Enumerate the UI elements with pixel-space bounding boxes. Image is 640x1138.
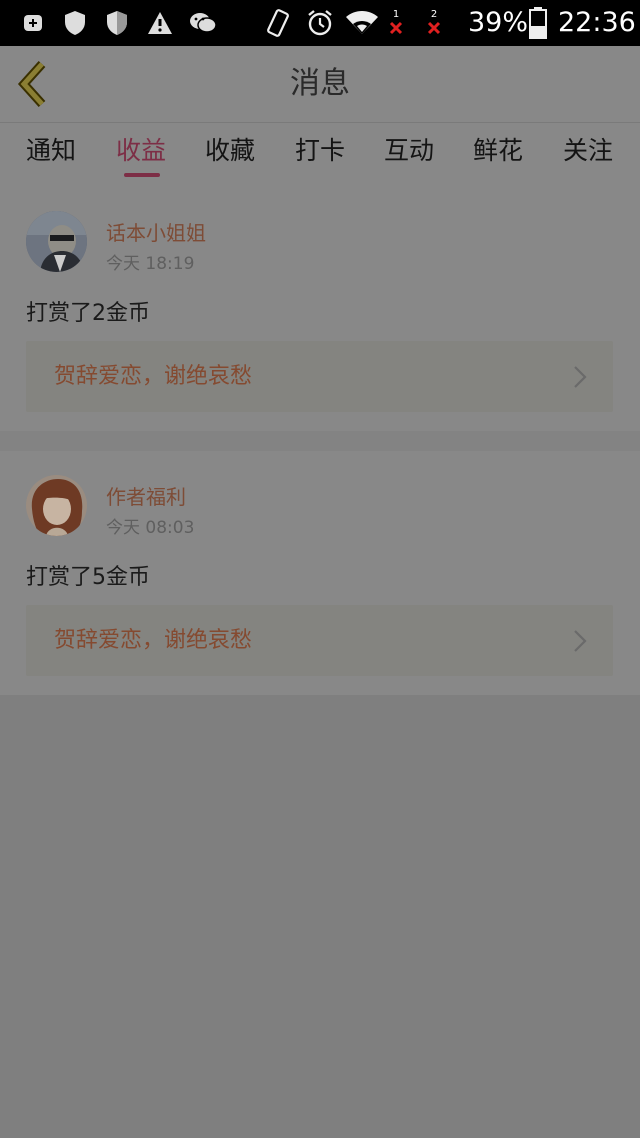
chevron-right-icon	[574, 630, 587, 652]
timestamp: 今天 08:03	[106, 518, 195, 538]
avatar[interactable]	[26, 475, 87, 536]
empty-area	[0, 695, 640, 1138]
username[interactable]: 作者福利	[106, 481, 186, 510]
sim1-label: 1	[392, 9, 400, 20]
rotate-icon	[264, 0, 292, 46]
warning-icon	[146, 0, 174, 46]
tab-checkin[interactable]: 打卡	[285, 123, 355, 181]
tab-following[interactable]: 关注	[553, 123, 623, 181]
battery-icon	[528, 0, 548, 46]
message-item: 话本小姐姐 今天 18:19 打赏了2金币 贺辞爱恋，谢绝哀愁	[0, 181, 640, 431]
app-header: 消息	[0, 46, 640, 123]
avatar[interactable]	[26, 211, 87, 272]
wifi-icon	[344, 0, 380, 46]
book-title: 贺辞爱恋，谢绝哀愁	[54, 628, 253, 653]
timestamp: 今天 18:19	[106, 254, 195, 274]
chevron-right-icon	[574, 366, 587, 388]
app-plus-icon	[22, 0, 44, 46]
clock: 22:36	[558, 7, 636, 38]
tab-notifications[interactable]: 通知	[16, 123, 86, 181]
page-title: 消息	[290, 66, 350, 101]
reward-text: 打赏了5金币	[26, 565, 150, 590]
tab-flowers[interactable]: 鲜花	[463, 123, 533, 181]
book-link[interactable]: 贺辞爱恋，谢绝哀愁	[26, 605, 613, 676]
book-title: 贺辞爱恋，谢绝哀愁	[54, 364, 253, 389]
tab-interaction[interactable]: 互动	[374, 123, 444, 181]
section-divider	[0, 431, 640, 451]
book-link[interactable]: 贺辞爱恋，谢绝哀愁	[26, 341, 613, 412]
no-signal-icon: 1	[386, 0, 406, 46]
sim2-label: 2	[430, 9, 438, 20]
tab-favorites[interactable]: 收藏	[195, 123, 265, 181]
active-tab-indicator	[124, 173, 160, 177]
reward-text: 打赏了2金币	[26, 301, 150, 326]
username[interactable]: 话本小姐姐	[106, 217, 206, 246]
wechat-icon	[188, 0, 218, 46]
shield-icon	[104, 0, 130, 46]
message-item: 作者福利 今天 08:03 打赏了5金币 贺辞爱恋，谢绝哀愁	[0, 451, 640, 695]
tab-bar: 通知 收益 收藏 打卡 互动 鲜花 关注	[0, 123, 640, 181]
shield-icon	[62, 0, 88, 46]
status-bar: 1 2 39% 22:36	[0, 0, 640, 46]
battery-percent: 39%	[468, 7, 529, 38]
no-signal-icon: 2	[424, 0, 444, 46]
alarm-icon	[305, 0, 335, 46]
